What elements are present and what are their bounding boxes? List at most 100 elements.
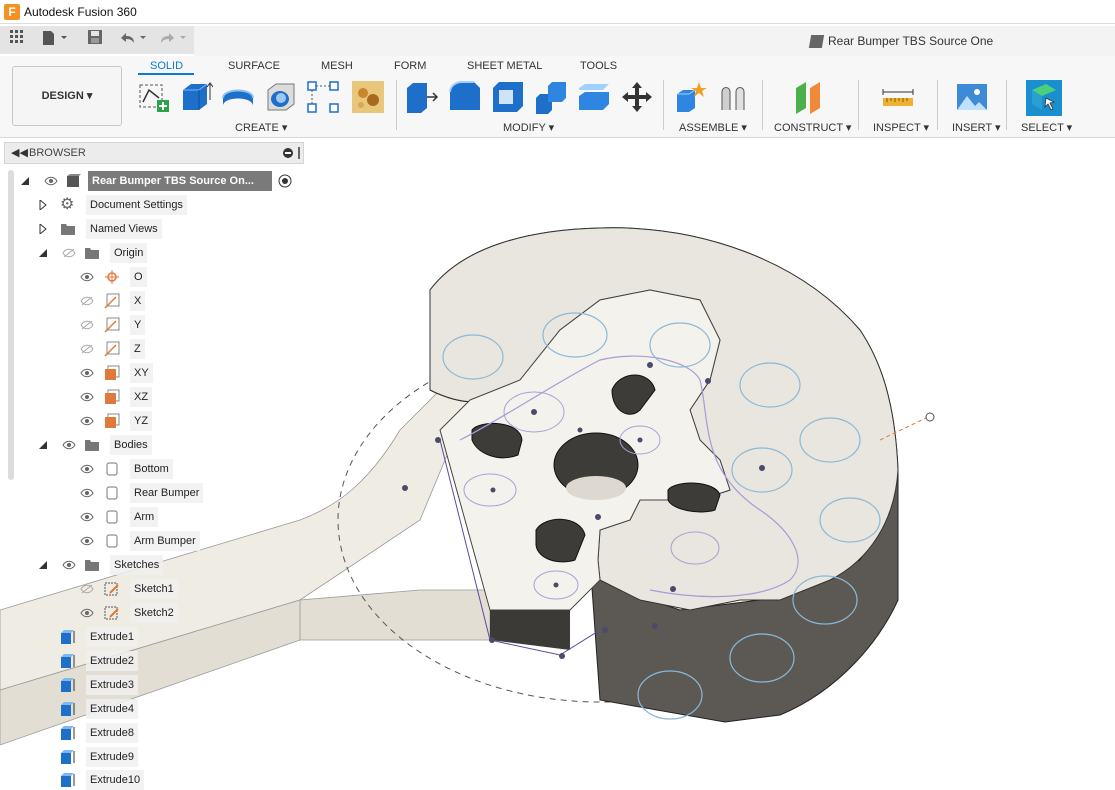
feature-extrude2[interactable]: Extrude2 (58, 651, 148, 671)
browser-item-y-axis[interactable]: Y (76, 315, 156, 335)
create-menu[interactable]: CREATE ▾ (235, 121, 287, 134)
eye-icon[interactable] (44, 176, 58, 186)
select-menu[interactable]: SELECT ▾ (1021, 121, 1072, 134)
browser-item-body-arm[interactable]: Arm (76, 507, 166, 527)
browser-item-x-axis[interactable]: X (76, 291, 156, 311)
insert-menu[interactable]: INSERT ▾ (952, 121, 1001, 134)
eye-icon[interactable] (80, 488, 94, 498)
eye-icon[interactable] (80, 608, 94, 618)
tab-tools[interactable]: TOOLS (580, 60, 617, 72)
eye-hidden-icon[interactable] (62, 248, 76, 258)
new-component-icon[interactable] (673, 80, 707, 114)
quick-access-toolbar (0, 26, 194, 54)
joint-icon[interactable] (716, 80, 750, 114)
collapsed-triangle-icon[interactable] (38, 200, 48, 210)
document-tab[interactable]: Rear Bumper TBS Source One (194, 26, 1115, 56)
save-icon[interactable] (86, 30, 104, 50)
feature-extrude3[interactable]: Extrude3 (58, 675, 148, 695)
browser-item-z-axis[interactable]: Z (76, 339, 156, 359)
tab-solid[interactable]: SOLID (150, 60, 183, 72)
feature-extrude8[interactable]: Extrude8 (58, 723, 148, 743)
file-menu-icon[interactable] (40, 30, 70, 50)
tab-mesh[interactable]: MESH (321, 60, 353, 72)
browser-item-body-bottom[interactable]: Bottom (76, 459, 186, 479)
browser-item-named-views[interactable]: Named Views (38, 219, 178, 239)
hole-icon[interactable] (264, 80, 298, 114)
expanded-triangle-icon[interactable] (38, 560, 48, 570)
revolve-icon[interactable] (221, 80, 255, 114)
browser-item-xy-plane[interactable]: XY (76, 363, 156, 383)
eye-icon[interactable] (80, 512, 94, 522)
eye-hidden-icon[interactable] (80, 584, 94, 594)
browser-scrollbar[interactable] (8, 170, 14, 480)
redo-icon[interactable] (156, 30, 190, 50)
press-pull-icon[interactable] (405, 80, 439, 114)
minimize-icon[interactable] (283, 148, 293, 158)
inspect-menu[interactable]: INSPECT ▾ (873, 121, 929, 134)
browser-item-sketch2[interactable]: Sketch2 (76, 603, 186, 623)
assemble-menu[interactable]: ASSEMBLE ▾ (679, 121, 747, 134)
activate-radio-icon[interactable] (277, 173, 293, 189)
feature-extrude1[interactable]: Extrude1 (58, 627, 148, 647)
eye-icon[interactable] (62, 440, 76, 450)
fillet-icon[interactable] (448, 80, 482, 114)
create-sketch-icon[interactable] (137, 80, 171, 114)
browser-item-yz-plane[interactable]: YZ (76, 411, 156, 431)
move-copy-icon[interactable] (620, 80, 654, 114)
shell-icon[interactable] (491, 80, 525, 114)
eye-icon[interactable] (80, 464, 94, 474)
select-icon[interactable] (1026, 80, 1062, 116)
browser-item-origin-point[interactable]: O (76, 267, 156, 287)
browser-item-xz-plane[interactable]: XZ (76, 387, 156, 407)
eye-hidden-icon[interactable] (80, 344, 94, 354)
expanded-triangle-icon[interactable] (20, 176, 30, 186)
browser-item-document-settings[interactable]: ⚙ Document Settings (38, 195, 198, 215)
construct-menu[interactable]: CONSTRUCT ▾ (774, 121, 851, 134)
collapsed-triangle-icon[interactable] (38, 224, 48, 234)
browser-item-origin[interactable]: Origin (38, 243, 158, 263)
offset-face-icon[interactable] (577, 80, 611, 114)
browser-item-sketch1[interactable]: Sketch1 (76, 579, 186, 599)
measure-icon[interactable] (881, 80, 915, 114)
undo-icon[interactable] (116, 30, 150, 50)
sketch-icon (104, 606, 119, 620)
combine-icon[interactable] (534, 80, 568, 114)
pin-icon[interactable] (298, 147, 300, 159)
eye-icon[interactable] (80, 368, 94, 378)
data-panel-grid-icon[interactable] (8, 30, 26, 50)
browser-item-body-rear-bumper[interactable]: Rear Bumper (76, 483, 206, 503)
expanded-triangle-icon[interactable] (38, 440, 48, 450)
feature-extrude10[interactable]: Extrude10 (58, 770, 153, 790)
tab-surface[interactable]: SURFACE (228, 60, 280, 72)
expanded-triangle-icon[interactable] (38, 248, 48, 258)
feature-label: Extrude8 (86, 723, 139, 743)
feature-label: Extrude2 (86, 651, 139, 671)
workspace-switcher[interactable]: DESIGN ▾ (12, 66, 122, 126)
modify-menu[interactable]: MODIFY ▾ (503, 121, 554, 134)
feature-extrude4[interactable]: Extrude4 (58, 699, 148, 719)
browser-root[interactable]: Rear Bumper TBS Source On... (20, 171, 300, 191)
pattern-icon[interactable] (306, 80, 340, 114)
eye-hidden-icon[interactable] (80, 296, 94, 306)
offset-plane-icon[interactable] (792, 80, 826, 114)
browser-header[interactable]: ◀◀ BROWSER (4, 142, 304, 164)
eye-icon[interactable] (80, 392, 94, 402)
browser-item-bodies[interactable]: Bodies (38, 435, 158, 455)
separator (858, 80, 859, 130)
extrude-icon[interactable] (179, 80, 214, 114)
axis-endpoint[interactable] (925, 412, 935, 422)
feature-extrude9[interactable]: Extrude9 (58, 747, 148, 767)
eye-icon[interactable] (80, 416, 94, 426)
browser-item-body-arm-bumper[interactable]: Arm Bumper (76, 531, 206, 551)
eye-icon[interactable] (80, 536, 94, 546)
workspace-label: DESIGN (41, 90, 84, 102)
eye-icon[interactable] (80, 272, 94, 282)
browser-item-sketches[interactable]: Sketches (38, 555, 168, 575)
tab-sheet-metal[interactable]: SHEET METAL (467, 60, 542, 72)
eye-hidden-icon[interactable] (80, 320, 94, 330)
eye-icon[interactable] (62, 560, 76, 570)
insert-canvas-icon[interactable] (955, 80, 989, 114)
collapse-browser-icon[interactable]: ◀◀ (11, 146, 28, 159)
decal-icon[interactable] (351, 80, 385, 114)
tab-form[interactable]: FORM (394, 60, 426, 72)
